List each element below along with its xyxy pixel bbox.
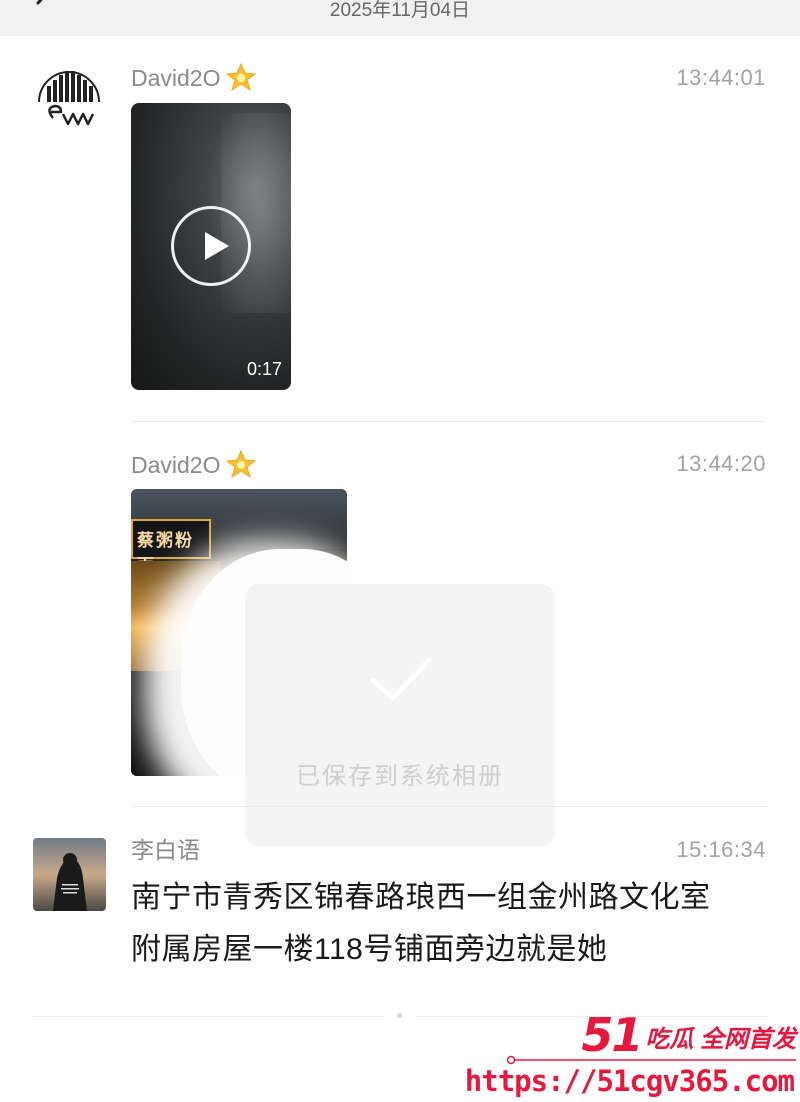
sender-name: David2O [131, 62, 257, 92]
star-badge-icon [226, 62, 257, 92]
avatar[interactable] [33, 66, 106, 139]
divider-dot [397, 1013, 402, 1018]
message-text[interactable]: 南宁市青秀区锦春路琅西一组金州路文化室 附属房屋一楼118号铺面旁边就是她 [131, 872, 771, 976]
message-time: 13:44:01 [676, 65, 766, 90]
video-thumbnail[interactable]: 0:17 [131, 103, 291, 390]
play-icon[interactable] [171, 206, 251, 286]
star-badge-icon [226, 449, 257, 479]
sender-name: David2O [131, 449, 257, 479]
avatar[interactable] [33, 838, 106, 911]
message-time: 13:44:20 [676, 451, 766, 476]
watermark: 51 吃瓜 全网首发 https://51cgv365.com [465, 1004, 800, 1102]
divider [131, 421, 766, 422]
top-bar: 2025年11月04日 [0, 0, 800, 36]
shop-sign: 蔡粥粉面 [131, 519, 211, 576]
saved-toast: 已保存到系统相册 [245, 584, 555, 846]
sender-name: 李白语 [131, 837, 200, 863]
video-duration: 0:17 [246, 359, 282, 379]
divider [33, 1016, 385, 1017]
watermark-url: https://51cgv365.com [464, 1064, 795, 1098]
toast-text: 已保存到系统相册 [296, 763, 504, 790]
checkmark-icon [370, 657, 432, 701]
message-time: 15:16:34 [676, 837, 766, 862]
chat-date: 2025年11月04日 [329, 0, 471, 21]
